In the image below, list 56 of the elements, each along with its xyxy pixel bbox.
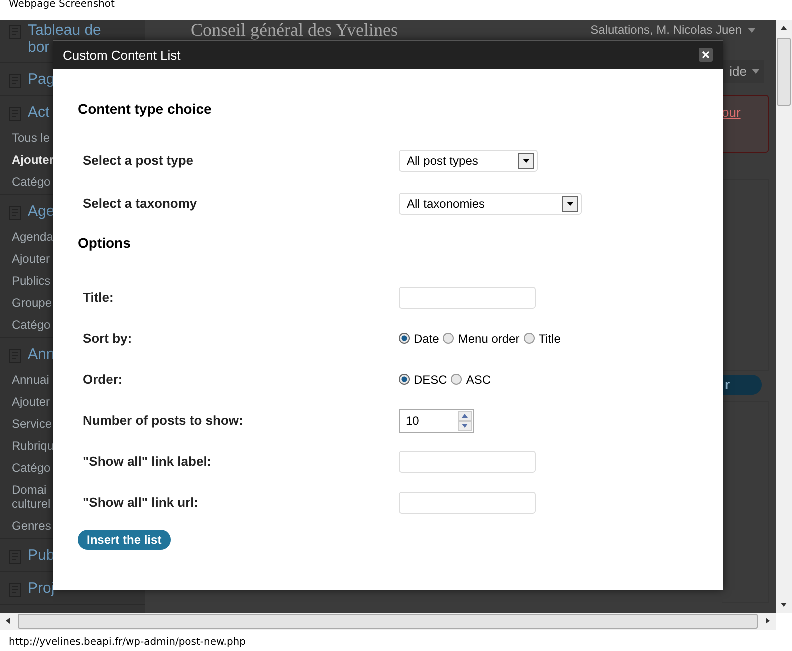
publish-button[interactable]: r [722, 375, 762, 395]
field-label: "Show all" link url: [83, 495, 200, 510]
section-heading: Content type choice [78, 101, 213, 119]
submenu-item[interactable]: Ajouter [0, 249, 52, 271]
vertical-scrollbar[interactable] [776, 20, 792, 613]
text-field[interactable] [399, 286, 536, 308]
greeting-menu[interactable]: Salutations, M. Nicolas Juen [590, 23, 756, 37]
field-label: Sort by: [83, 331, 134, 346]
caret-icon [752, 69, 760, 74]
notice-link[interactable]: our [722, 105, 741, 120]
submenu-item[interactable]: Catégo [0, 172, 52, 194]
radio-option[interactable]: ASC [451, 372, 492, 386]
submenu-item[interactable]: Tous le [0, 128, 52, 150]
help-tab[interactable]: ide [722, 60, 764, 83]
spin-down-icon[interactable] [458, 420, 472, 430]
submenu-item[interactable]: Publics [0, 271, 52, 293]
scrollbar-thumb[interactable] [777, 38, 791, 106]
dropdown[interactable]: All taxonomies [399, 192, 582, 214]
dropdown[interactable]: All post types [399, 150, 538, 172]
field-label: Title: [83, 290, 115, 305]
radio-option[interactable]: Menu order [443, 332, 520, 346]
close-icon [702, 51, 710, 59]
radio-option[interactable]: DESC [399, 372, 448, 386]
horizontal-scrollbar[interactable] [0, 613, 776, 630]
field-label: Order: [83, 372, 124, 387]
caret-icon [748, 28, 756, 32]
insert-button[interactable]: Insert the list [78, 530, 171, 550]
site-title: Conseil général des Yvelines [191, 21, 398, 40]
dialog-title: Custom Content List [63, 48, 181, 62]
caret-icon [522, 158, 530, 162]
submenu-item[interactable]: Domai culturel [0, 480, 52, 516]
field-label: Select a taxonomy [83, 196, 198, 211]
radio-option[interactable]: Date [399, 332, 440, 346]
close-button[interactable] [699, 48, 713, 62]
section-heading: Options [78, 235, 132, 253]
caret-icon [566, 202, 574, 206]
text-field[interactable] [399, 492, 536, 514]
field-label: Number of posts to show: [83, 413, 244, 428]
submenu-item[interactable]: Annuai [0, 370, 52, 392]
submenu-item[interactable]: Groupe [0, 293, 52, 315]
status-url: http://yvelines.beapi.fr/wp-admin/post-new.php [8, 636, 247, 650]
field-label: "Show all" link label: [83, 454, 213, 469]
submenu-item[interactable]: Catégo [0, 315, 52, 337]
spin-up-icon[interactable] [458, 410, 472, 420]
submenu-item[interactable]: Service [0, 414, 52, 436]
scrollbar-thumb[interactable] [18, 614, 758, 629]
number-field[interactable]: 10 [399, 408, 474, 432]
submenu-item[interactable]: Rubriqu [0, 436, 52, 458]
submenu-item[interactable]: Agenda [0, 227, 52, 249]
submenu-item[interactable]: Ajouter [0, 392, 52, 414]
field-label: Select a post type [83, 153, 195, 168]
submenu-item[interactable]: Ajouter [0, 150, 52, 172]
submenu-item[interactable]: Catégo [0, 458, 52, 480]
radio-option[interactable]: Title [524, 332, 561, 346]
text-field[interactable] [399, 450, 536, 472]
submenu-item[interactable]: Genres [0, 516, 52, 538]
